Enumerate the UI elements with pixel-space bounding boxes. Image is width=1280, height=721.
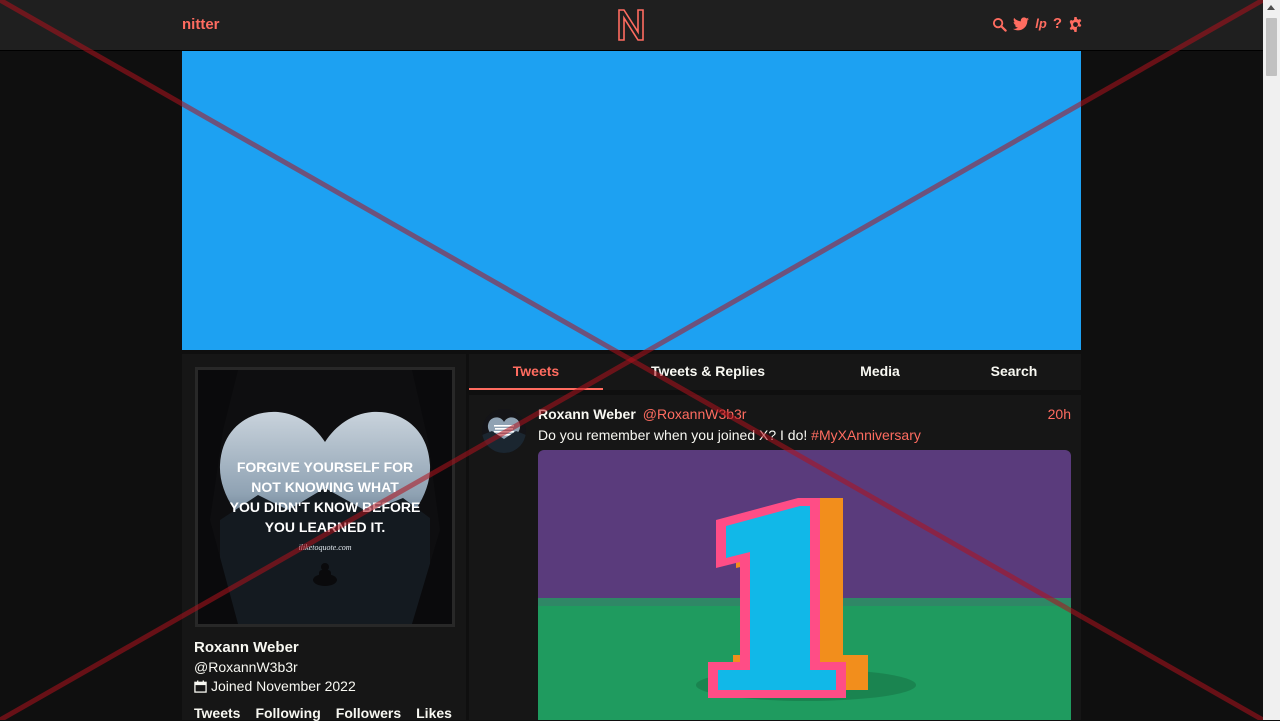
tweet-author-name[interactable]: Roxann Weber: [538, 406, 636, 422]
scrollbar-thumb[interactable]: [1266, 18, 1277, 76]
tab-tweets[interactable]: Tweets: [469, 354, 603, 390]
liberapay-icon[interactable]: lp: [1035, 16, 1047, 32]
avatar-site-text: iliketoquote.com: [298, 543, 351, 552]
tweet-hashtag-link[interactable]: #MyXAnniversary: [811, 427, 921, 443]
profile-card: FORGIVE YOURSELF FOR NOT KNOWING WHAT YO…: [182, 354, 466, 721]
page-scrollbar[interactable]: [1263, 0, 1280, 720]
twitter-bird-icon[interactable]: [1013, 17, 1030, 31]
tweet-header: Roxann Weber @RoxannW3b3r: [538, 406, 746, 422]
timeline-tabs: Tweets Tweets & Replies Media Search: [469, 354, 1081, 390]
nitter-brand-link[interactable]: nitter: [182, 16, 220, 33]
profile-avatar[interactable]: FORGIVE YOURSELF FOR NOT KNOWING WHAT YO…: [195, 367, 455, 627]
profile-handle[interactable]: @RoxannW3b3r: [194, 659, 298, 675]
tweet-timestamp[interactable]: 20h: [1048, 406, 1071, 422]
profile-joined-text: Joined November 2022: [211, 678, 356, 694]
stat-likes[interactable]: Likes: [416, 705, 452, 721]
tab-tweets-replies[interactable]: Tweets & Replies: [637, 354, 779, 388]
profile-name[interactable]: Roxann Weber: [194, 639, 299, 656]
search-icon[interactable]: [992, 17, 1007, 32]
nitter-logo-icon[interactable]: [616, 8, 646, 42]
help-icon[interactable]: ?: [1053, 16, 1062, 32]
avatar-quote-line: NOT KNOWING WHAT: [251, 479, 399, 495]
stat-tweets[interactable]: Tweets: [194, 705, 240, 721]
tweet-media-image[interactable]: [538, 450, 1071, 720]
tab-search[interactable]: Search: [959, 354, 1069, 388]
calendar-icon: [194, 679, 207, 693]
navbar: nitter lp ?: [0, 0, 1263, 51]
tab-media[interactable]: Media: [829, 354, 931, 388]
profile-joined-date: Joined November 2022: [194, 678, 356, 694]
nav-icons: lp ?: [992, 16, 1083, 32]
avatar-quote-line: YOU LEARNED IT.: [265, 519, 386, 535]
timeline: Roxann Weber @RoxannW3b3r 20h Do you rem…: [469, 395, 1081, 720]
scroll-up-arrow-icon[interactable]: [1267, 5, 1275, 10]
stat-followers[interactable]: Followers: [336, 705, 401, 721]
avatar-quote-line: FORGIVE YOURSELF FOR: [237, 459, 413, 475]
tweet-author-handle[interactable]: @RoxannW3b3r: [643, 406, 747, 422]
tweet-content: Do you remember when you joined X? I do!…: [538, 427, 921, 443]
avatar-quote-line: YOU DIDN'T KNOW BEFORE: [230, 499, 421, 515]
settings-gear-icon[interactable]: [1068, 16, 1083, 32]
stat-following[interactable]: Following: [255, 705, 320, 721]
tweet-text: Do you remember when you joined X? I do!: [538, 427, 812, 443]
profile-stats: Tweets Following Followers Likes: [194, 705, 452, 721]
profile-banner[interactable]: [182, 51, 1081, 350]
tweet-avatar[interactable]: [482, 409, 526, 453]
